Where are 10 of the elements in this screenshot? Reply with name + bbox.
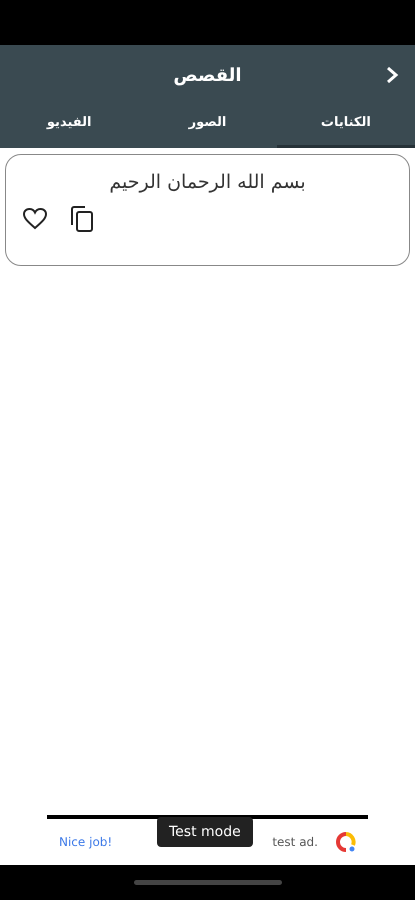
screen-title: القصص [173,64,242,86]
tab[interactable]: الفيديو [0,105,138,148]
ad-logo-icon [336,831,356,853]
tab[interactable]: الكنايات [276,105,415,148]
test-mode-badge: Test mode [157,817,253,847]
card-text: بسم الله الرحمان الرحيم [108,171,307,193]
tab[interactable]: الصور [138,105,277,148]
chevron-icon[interactable] [385,65,399,85]
ad-text: test ad. [272,835,318,849]
ad-text: Nice job! [59,835,112,849]
